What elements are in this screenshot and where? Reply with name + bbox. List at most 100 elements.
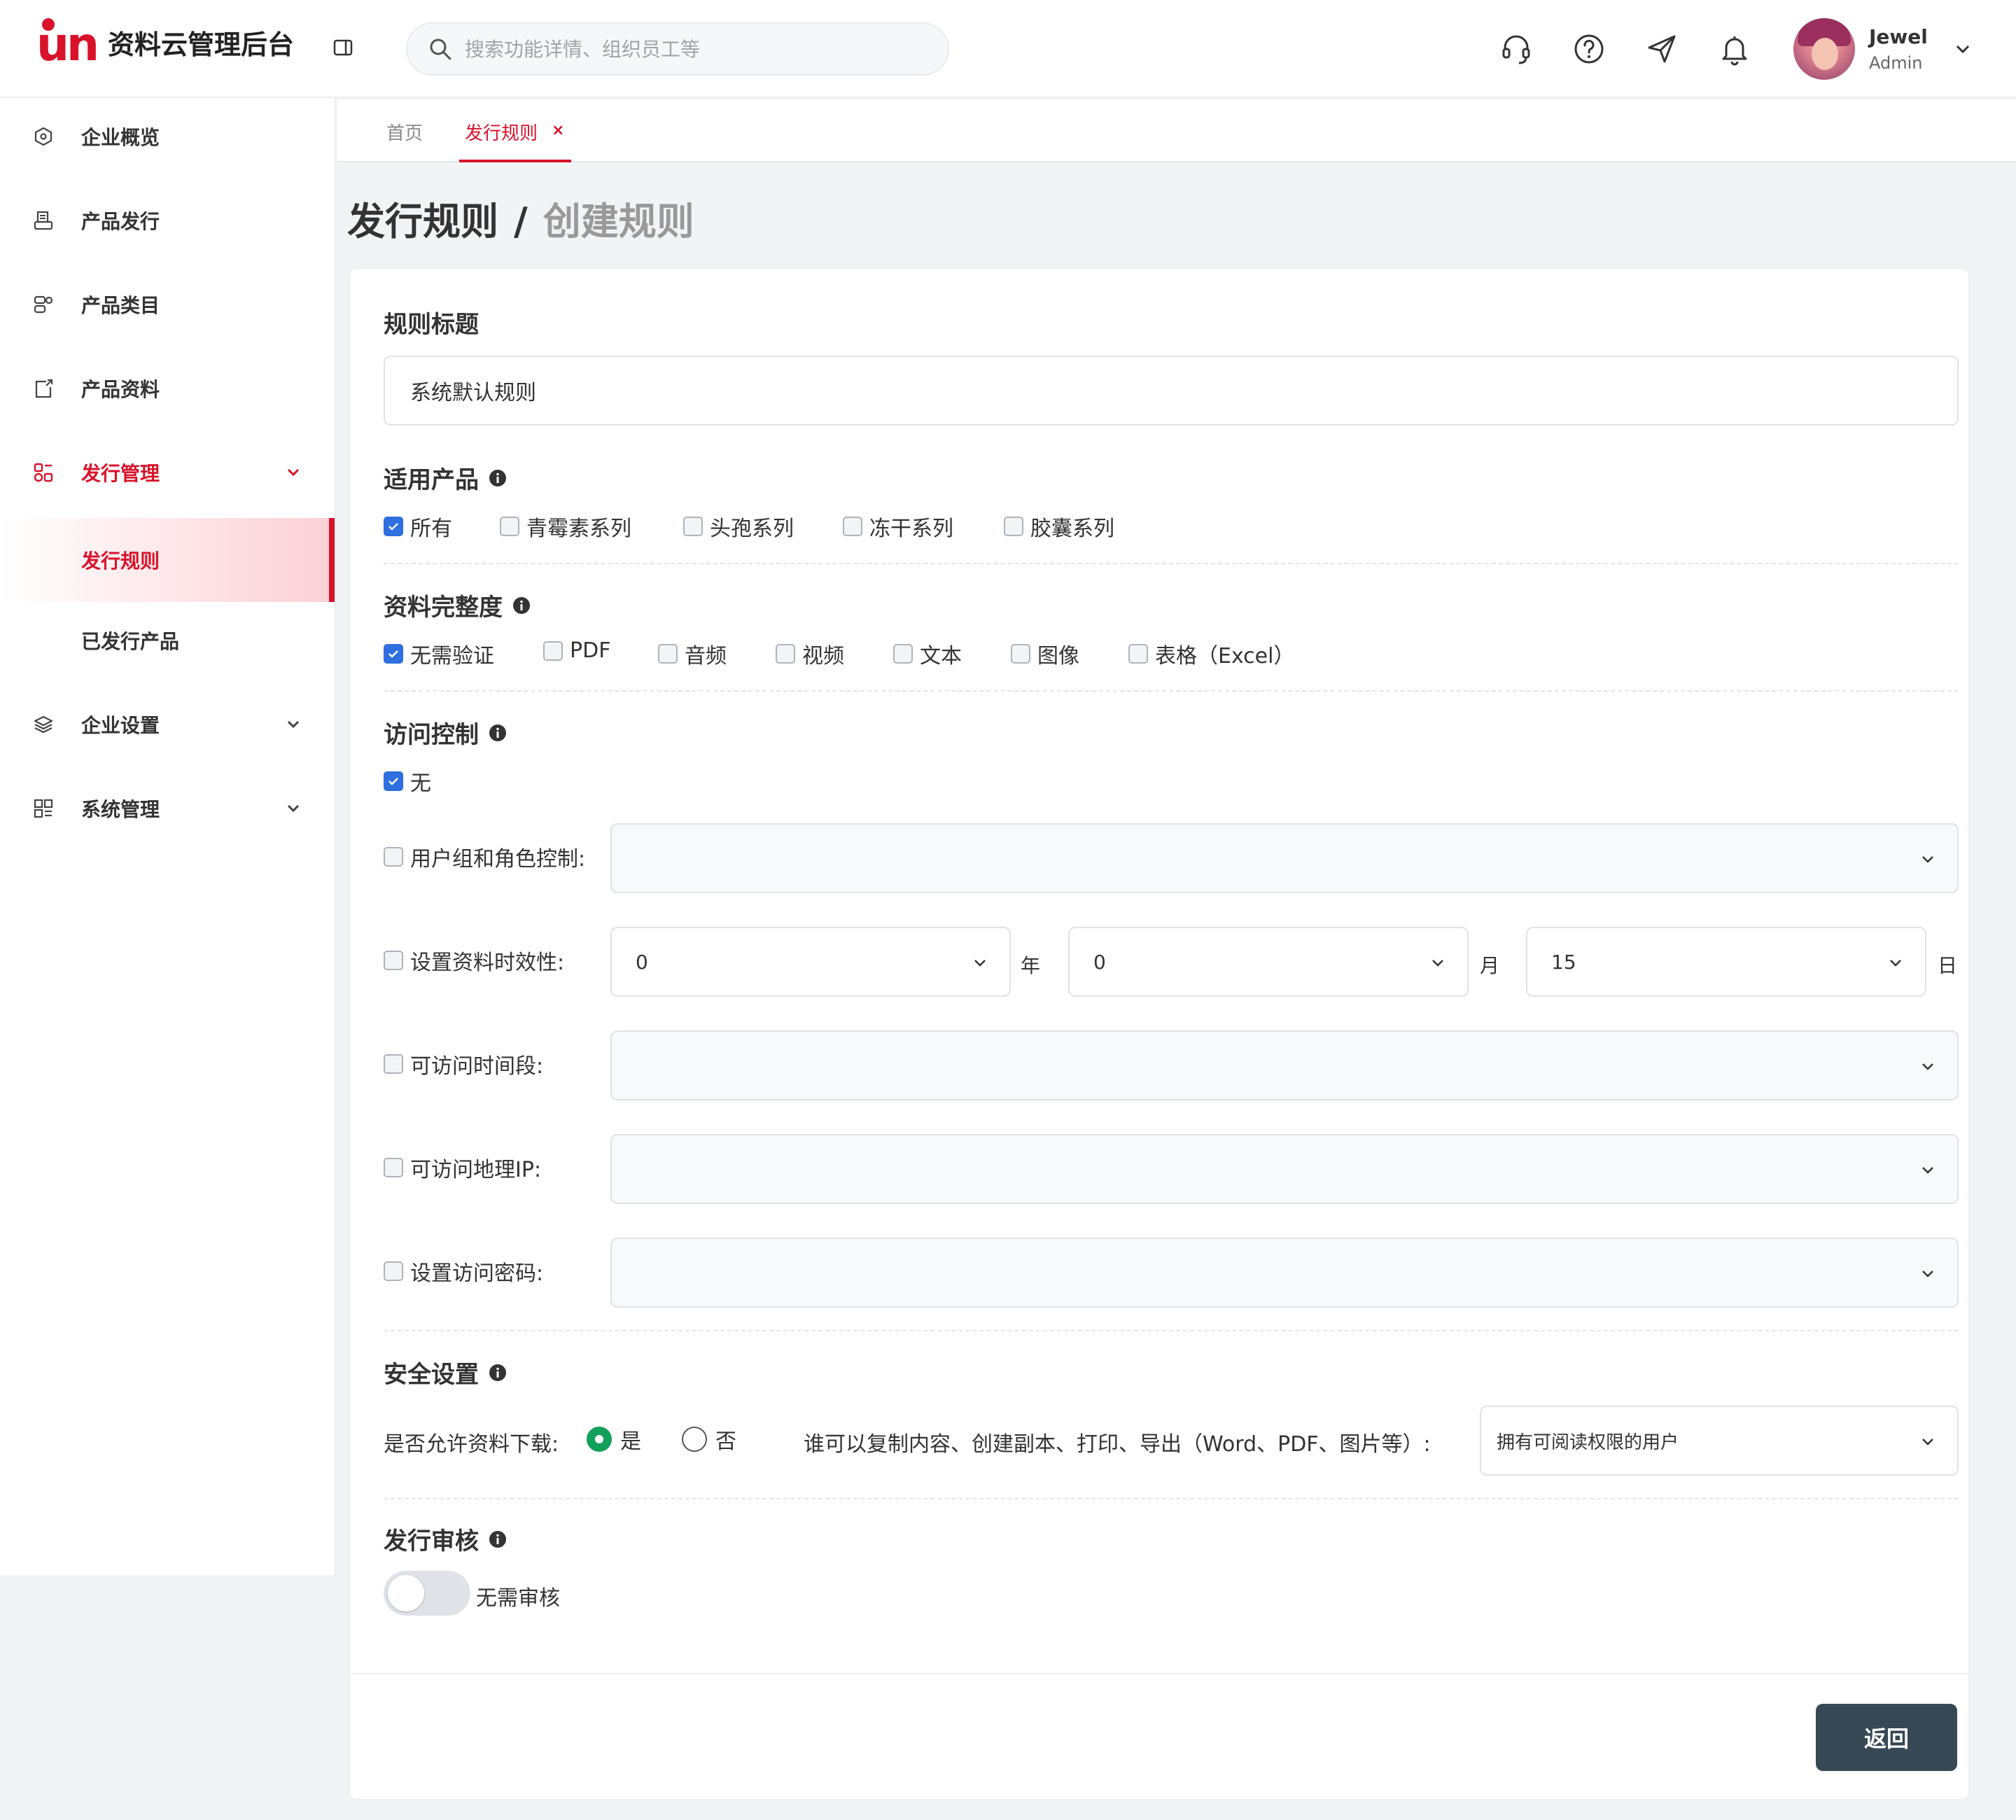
document-share-icon (35, 379, 53, 398)
bell-icon[interactable] (1718, 32, 1751, 66)
section-divider (384, 1498, 1959, 1499)
help-icon[interactable] (1572, 32, 1606, 66)
user-avatar[interactable] (1793, 18, 1855, 80)
section-divider (384, 1330, 1959, 1331)
chevron-down-icon (1432, 960, 1443, 967)
completeness-option-excel[interactable]: 表格（Excel） (1128, 638, 1294, 669)
chevron-down-icon (974, 960, 986, 967)
products-section-title: 适用产品 (384, 461, 507, 495)
breadcrumb-title[interactable]: 发行规则 (347, 200, 498, 244)
sidebar-item-product-docs[interactable]: 产品资料 (0, 350, 335, 427)
rule-title-label: 规则标题 (384, 311, 479, 339)
rule-title-input[interactable] (384, 356, 1959, 426)
completeness-option-pdf[interactable]: PDF (543, 638, 610, 663)
info-icon[interactable] (489, 469, 507, 487)
access-time-period-checkbox[interactable]: 可访问时间段: (384, 1049, 543, 1079)
sidebar-item-label: 系统管理 (81, 798, 160, 821)
completeness-option-text[interactable]: 文本 (893, 638, 962, 669)
info-icon[interactable] (489, 1364, 507, 1382)
copy-permission-label: 谁可以复制内容、创建副本、打印、导出（Word、PDF、图片等）: (804, 1432, 1431, 1457)
chevron-down-icon (1922, 1063, 1933, 1070)
category-icon (34, 295, 53, 314)
review-toggle[interactable] (384, 1571, 470, 1616)
product-option-all[interactable]: 所有 (384, 511, 452, 542)
time-period-select[interactable] (610, 1030, 1959, 1100)
completeness-option-image[interactable]: 图像 (1011, 638, 1079, 669)
section-divider (384, 563, 1959, 564)
validity-month-select[interactable]: 0 (1068, 927, 1469, 997)
security-section-title: 安全设置 (384, 1355, 507, 1390)
chevron-down-icon[interactable] (1953, 39, 1973, 59)
breadcrumb-current: 创建规则 (542, 200, 694, 244)
sidebar-item-released-products[interactable]: 已发行产品 (0, 602, 335, 679)
layers-icon (34, 715, 53, 734)
info-icon[interactable] (489, 724, 507, 742)
close-icon[interactable]: × (552, 122, 564, 139)
product-option-penicillin[interactable]: 青霉素系列 (500, 511, 631, 542)
app-logo[interactable]: un 资料云管理后台 (36, 17, 294, 73)
access-geo-ip-checkbox[interactable]: 可访问地理IP: (384, 1152, 541, 1183)
access-validity-checkbox[interactable]: 设置资料时效性: (384, 945, 564, 976)
access-password-select[interactable] (610, 1238, 1959, 1308)
access-user-group-checkbox[interactable]: 用户组和角色控制: (384, 841, 585, 872)
sidebar-item-label: 产品类目 (81, 294, 160, 317)
back-button[interactable]: 返回 (1816, 1704, 1957, 1771)
info-icon[interactable] (512, 596, 531, 615)
search-bar[interactable] (406, 22, 949, 76)
tab-release-rules[interactable]: 发行规则 (465, 119, 538, 145)
user-name[interactable]: Jewel (1869, 25, 1928, 48)
completeness-option-no-verify[interactable]: 无需验证 (384, 638, 494, 669)
access-password-checkbox[interactable]: 设置访问密码: (384, 1256, 543, 1287)
completeness-option-audio[interactable]: 音频 (658, 638, 727, 669)
sidebar-item-label: 发行管理 (81, 462, 160, 485)
chevron-down-icon (287, 720, 300, 729)
validity-day-select[interactable]: 15 (1526, 927, 1926, 997)
sidebar: 企业概览 产品发行 产品类目 产品资料 发行管理 发行规则 已发行产品 企业设置… (0, 98, 336, 1575)
sidebar-item-system-management[interactable]: 系统管理 (0, 770, 335, 847)
access-section-title: 访问控制 (384, 715, 507, 750)
active-tab-indicator (459, 160, 571, 162)
chevron-down-icon (287, 804, 300, 813)
chevron-down-icon (1890, 960, 1901, 967)
send-icon[interactable] (1645, 32, 1679, 66)
product-option-cephalosporin[interactable]: 头孢系列 (683, 511, 794, 542)
top-header: un 资料云管理后台 Jewel Admin (0, 0, 2016, 98)
download-no-radio[interactable]: 否 (682, 1424, 736, 1455)
review-section-title: 发行审核 (384, 1522, 507, 1556)
tab-home[interactable]: 首页 (386, 119, 423, 145)
sidebar-item-label: 企业概览 (81, 126, 160, 149)
app-title: 资料云管理后台 (107, 29, 294, 60)
hexagon-icon (34, 127, 52, 146)
geo-ip-select[interactable] (610, 1134, 1959, 1204)
year-unit: 年 (1021, 954, 1041, 977)
sidebar-item-product-category[interactable]: 产品类目 (0, 266, 335, 343)
product-option-freeze-dried[interactable]: 冻干系列 (843, 511, 953, 542)
chevron-down-icon (1922, 1270, 1933, 1278)
completeness-option-video[interactable]: 视频 (776, 638, 844, 669)
info-icon[interactable] (489, 1530, 507, 1548)
section-divider (384, 690, 1959, 692)
access-option-none[interactable]: 无 (384, 766, 431, 797)
grid-icon (34, 799, 53, 818)
sidebar-item-product-release[interactable]: 产品发行 (0, 182, 335, 259)
product-option-capsule[interactable]: 胶囊系列 (1004, 511, 1114, 542)
sidebar-toggle-icon[interactable] (333, 38, 354, 57)
breadcrumb-separator: / (514, 200, 528, 244)
sidebar-item-enterprise-settings[interactable]: 企业设置 (0, 686, 335, 763)
rule-form-card: 规则标题 适用产品 所有 青霉素系列 头孢系列 冻干系列 胶囊系列 资料完整度 … (349, 267, 1970, 1800)
release-manage-icon (34, 463, 53, 482)
sidebar-item-release-management[interactable]: 发行管理 (0, 434, 335, 511)
completeness-section-title: 资料完整度 (384, 588, 531, 622)
validity-year-select[interactable]: 0 (610, 927, 1011, 997)
download-yes-radio[interactable]: 是 (587, 1424, 641, 1455)
card-footer-divider (350, 1673, 1968, 1674)
sidebar-item-label: 已发行产品 (81, 630, 180, 653)
search-input[interactable] (465, 37, 913, 61)
chevron-down-icon (1922, 1167, 1933, 1174)
copy-permission-select[interactable]: 拥有可阅读权限的用户 (1480, 1406, 1959, 1476)
headset-icon[interactable] (1499, 32, 1533, 66)
sidebar-item-overview[interactable]: 企业概览 (0, 98, 335, 175)
sidebar-item-release-rules[interactable]: 发行规则 (0, 518, 335, 602)
search-icon (430, 38, 451, 60)
user-group-select[interactable] (610, 823, 1959, 893)
